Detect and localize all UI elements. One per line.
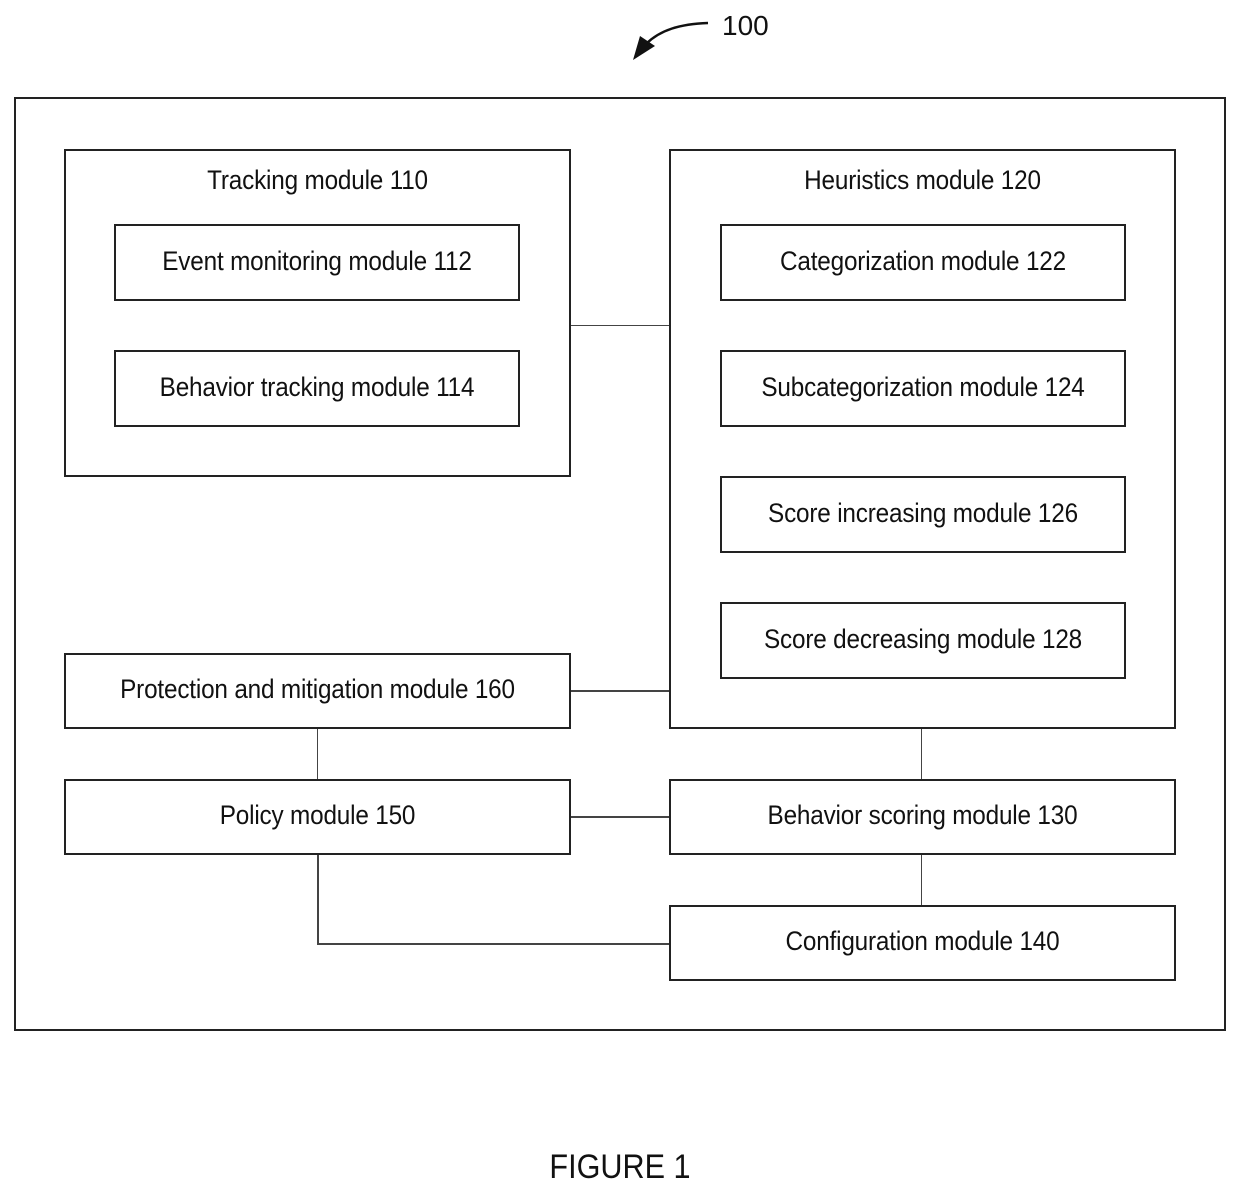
connector-150-140-horizontal <box>317 943 670 945</box>
score-decreasing-module[interactable]: Score decreasing module 128 <box>720 602 1126 679</box>
event-monitoring-module-label: Event monitoring module 112 <box>162 245 472 276</box>
connector-160-120 <box>570 690 670 692</box>
connector-150-140-vertical <box>317 854 319 944</box>
score-decreasing-module-label: Score decreasing module 128 <box>763 623 1082 654</box>
categorization-module[interactable]: Categorization module 122 <box>720 224 1126 301</box>
connector-120-130 <box>921 728 922 780</box>
connector-160-150 <box>317 728 318 780</box>
configuration-module-label: Configuration module 140 <box>785 926 1060 956</box>
behavior-scoring-module[interactable]: Behavior scoring module 130 <box>669 779 1176 855</box>
configuration-module[interactable]: Configuration module 140 <box>669 905 1176 981</box>
event-monitoring-module[interactable]: Event monitoring module 112 <box>114 224 520 301</box>
tracking-module[interactable]: Tracking module 110 <box>64 149 571 477</box>
behavior-tracking-module-label: Behavior tracking module 114 <box>159 371 475 402</box>
score-increasing-module[interactable]: Score increasing module 126 <box>720 476 1126 553</box>
tracking-module-label: Tracking module 110 <box>207 165 428 195</box>
behavior-tracking-module[interactable]: Behavior tracking module 114 <box>114 350 520 427</box>
protection-mitigation-module[interactable]: Protection and mitigation module 160 <box>64 653 571 729</box>
connector-150-130 <box>570 816 670 818</box>
categorization-module-label: Categorization module 122 <box>780 245 1066 276</box>
figure-caption: FIGURE 1 <box>549 1148 691 1186</box>
reference-numeral: 100 <box>722 10 769 41</box>
subcategorization-module-label: Subcategorization module 124 <box>761 371 1085 402</box>
score-increasing-module-label: Score increasing module 126 <box>768 497 1078 528</box>
subcategorization-module[interactable]: Subcategorization module 124 <box>720 350 1126 427</box>
protection-mitigation-module-label: Protection and mitigation module 160 <box>120 674 515 704</box>
policy-module-label: Policy module 150 <box>219 800 416 830</box>
policy-module[interactable]: Policy module 150 <box>64 779 571 855</box>
heuristics-module-label: Heuristics module 120 <box>804 165 1041 195</box>
connector-110-120 <box>570 325 670 326</box>
behavior-scoring-module-label: Behavior scoring module 130 <box>767 800 1078 830</box>
connector-130-140 <box>921 854 922 906</box>
